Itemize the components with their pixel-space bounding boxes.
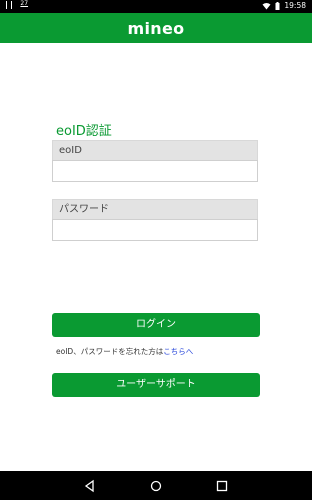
mineo-logo: mineo (127, 19, 185, 38)
home-icon[interactable] (148, 478, 164, 494)
recents-icon[interactable] (214, 478, 230, 494)
forgot-link[interactable]: こちらへ (163, 347, 193, 356)
user-support-button[interactable]: ユーザーサポート (52, 373, 260, 397)
password-field[interactable] (52, 219, 258, 241)
status-bar: 27 19:58 (0, 0, 312, 13)
password-label: パスワード (52, 199, 258, 219)
clock: 19:58 (284, 1, 306, 10)
page-title: eoID認証 (56, 124, 112, 139)
eoid-field[interactable] (52, 160, 258, 182)
navigation-bar (0, 471, 312, 500)
forgot-prefix: eoID、パスワードを忘れた方は (56, 347, 164, 356)
sd-card-icon (6, 1, 12, 9)
forgot-help-text: eoID、パスワードを忘れた方はこちらへ (56, 346, 193, 357)
wifi-icon (262, 2, 271, 9)
eoid-label: eoID (52, 140, 258, 160)
battery-icon (275, 1, 280, 10)
login-button[interactable]: ログイン (52, 313, 260, 337)
notification-count: 27 (20, 0, 29, 7)
back-icon[interactable] (82, 478, 98, 494)
app-header: mineo (0, 13, 312, 43)
